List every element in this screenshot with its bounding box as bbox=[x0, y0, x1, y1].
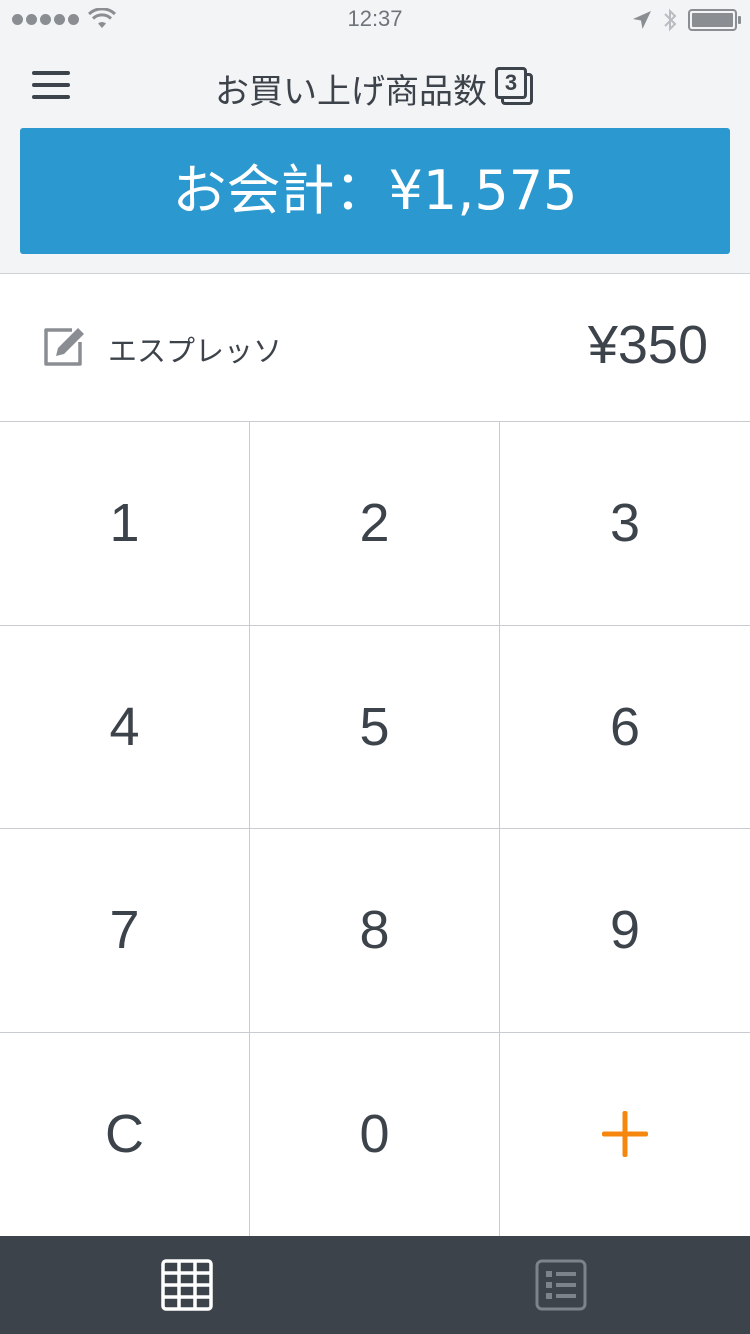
add-item-button[interactable] bbox=[500, 1032, 750, 1236]
item-list-icon[interactable] bbox=[534, 1258, 588, 1312]
key-8[interactable]: 8 bbox=[250, 829, 500, 1033]
status-bar: 12:37 bbox=[0, 0, 750, 40]
pos-register-screen: 12:37 お買い上げ商品数3 お会計：¥1,575 エスプレッソ ¥350 bbox=[0, 0, 750, 1334]
bluetooth-icon bbox=[664, 8, 677, 32]
key-5[interactable]: 5 bbox=[250, 625, 500, 829]
title-text: お買い上げ商品数 bbox=[215, 72, 487, 112]
page-title: お買い上げ商品数 3 bbox=[0, 64, 750, 113]
edit-pencil-icon[interactable] bbox=[42, 324, 88, 370]
numeric-keypad: 1 2 3 4 5 6 7 8 9 C 0 bbox=[0, 422, 750, 1236]
key-1[interactable]: 1 bbox=[0, 422, 250, 626]
key-2[interactable]: 2 bbox=[250, 422, 500, 626]
header: お買い上げ商品数 3 お会計：¥1,575 bbox=[0, 40, 750, 274]
key-7[interactable]: 7 bbox=[0, 829, 250, 1033]
checkout-button[interactable]: お会計：¥1,575 bbox=[20, 128, 730, 254]
key-6[interactable]: 6 bbox=[500, 625, 750, 829]
plus-icon bbox=[602, 1111, 648, 1158]
battery-icon bbox=[688, 9, 741, 31]
key-9[interactable]: 9 bbox=[500, 829, 750, 1033]
location-arrow-icon bbox=[633, 11, 651, 29]
item-count-badge: 3 bbox=[495, 67, 535, 107]
key-3[interactable]: 3 bbox=[500, 422, 750, 626]
item-name: エスプレッソ bbox=[108, 334, 283, 368]
item-count: 3 bbox=[495, 67, 527, 99]
current-item-row[interactable]: エスプレッソ ¥350 bbox=[0, 274, 750, 422]
item-price: ¥350 bbox=[587, 315, 708, 375]
bottom-tab-bar bbox=[0, 1236, 750, 1334]
key-0[interactable]: 0 bbox=[250, 1032, 500, 1236]
key-clear[interactable]: C bbox=[0, 1032, 250, 1236]
keypad-grid-icon[interactable] bbox=[160, 1258, 214, 1312]
key-4[interactable]: 4 bbox=[0, 625, 250, 829]
